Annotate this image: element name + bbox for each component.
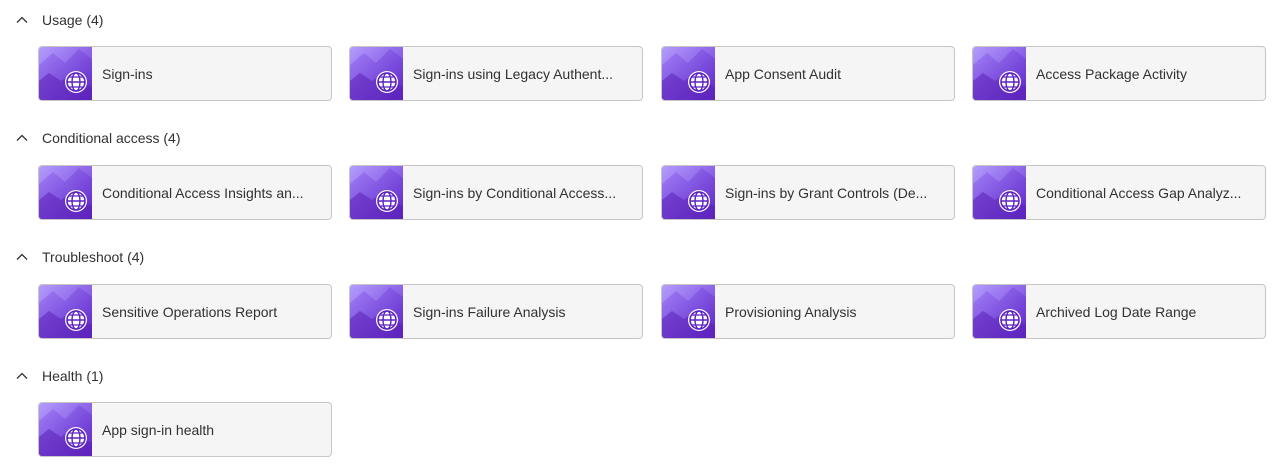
workbook-tile[interactable]: Access Package Activity [972, 46, 1266, 101]
chevron-up-icon[interactable] [14, 12, 30, 28]
tile-label: Provisioning Analysis [725, 303, 857, 320]
tile-label: Conditional Access Gap Analyz... [1036, 184, 1242, 201]
group-title: Troubleshoot (4) [42, 249, 145, 265]
tile-label: App sign-in health [102, 421, 215, 438]
tile-label: Access Package Activity [1036, 65, 1187, 82]
group-header-troubleshoot[interactable]: Troubleshoot (4) [14, 246, 144, 268]
workbook-tile[interactable]: Conditional Access Gap Analyz... [972, 165, 1266, 220]
chevron-up-icon[interactable] [14, 130, 30, 146]
chevron-up-icon[interactable] [14, 368, 30, 384]
workbook-globe-icon [973, 285, 1026, 338]
workbook-globe-icon [662, 285, 715, 338]
tile-label: Conditional Access Insights an... [102, 184, 304, 201]
workbook-tile[interactable]: Conditional Access Insights an... [38, 165, 332, 220]
workbook-globe-icon [973, 166, 1026, 219]
tile-label: Sign-ins using Legacy Authent... [413, 65, 614, 82]
workbook-tile[interactable]: Sign-ins using Legacy Authent... [349, 46, 643, 101]
workbook-tile[interactable]: Sign-ins by Grant Controls (De... [661, 165, 955, 220]
chevron-up-icon[interactable] [14, 249, 30, 265]
workbook-tile[interactable]: App Consent Audit [661, 46, 955, 101]
group-title: Health (1) [42, 368, 104, 384]
tile-label: Sign-ins Failure Analysis [413, 303, 566, 320]
workbook-globe-icon [350, 47, 403, 100]
workbook-globe-icon [39, 166, 92, 219]
workbook-globe-icon [350, 166, 403, 219]
workbook-globe-icon [39, 47, 92, 100]
workbook-tile[interactable]: App sign-in health [38, 402, 332, 457]
group-title: Conditional access (4) [42, 130, 181, 146]
workbook-globe-icon [662, 47, 715, 100]
workbook-tile[interactable]: Sensitive Operations Report [38, 284, 332, 339]
tile-label: Sign-ins by Conditional Access... [413, 184, 617, 201]
workbook-globe-icon [662, 166, 715, 219]
workbook-globe-icon [39, 285, 92, 338]
tile-label: Archived Log Date Range [1036, 303, 1197, 320]
workbook-tile[interactable]: Sign-ins Failure Analysis [349, 284, 643, 339]
workbook-tile[interactable]: Sign-ins by Conditional Access... [349, 165, 643, 220]
tile-label: Sign-ins by Grant Controls (De... [725, 184, 928, 201]
workbook-globe-icon [350, 285, 403, 338]
workbook-globe-icon [39, 403, 92, 456]
group-header-health[interactable]: Health (1) [14, 365, 103, 387]
workbook-globe-icon [973, 47, 1026, 100]
tile-label: App Consent Audit [725, 65, 841, 82]
tile-label: Sensitive Operations Report [102, 303, 278, 320]
workbook-tile[interactable]: Provisioning Analysis [661, 284, 955, 339]
workbook-tile[interactable]: Archived Log Date Range [972, 284, 1266, 339]
tile-label: Sign-ins [102, 65, 153, 82]
group-title: Usage (4) [42, 12, 104, 28]
group-header-conditional-access[interactable]: Conditional access (4) [14, 127, 181, 149]
workbook-tile[interactable]: Sign-ins [38, 46, 332, 101]
group-header-usage[interactable]: Usage (4) [14, 9, 103, 31]
